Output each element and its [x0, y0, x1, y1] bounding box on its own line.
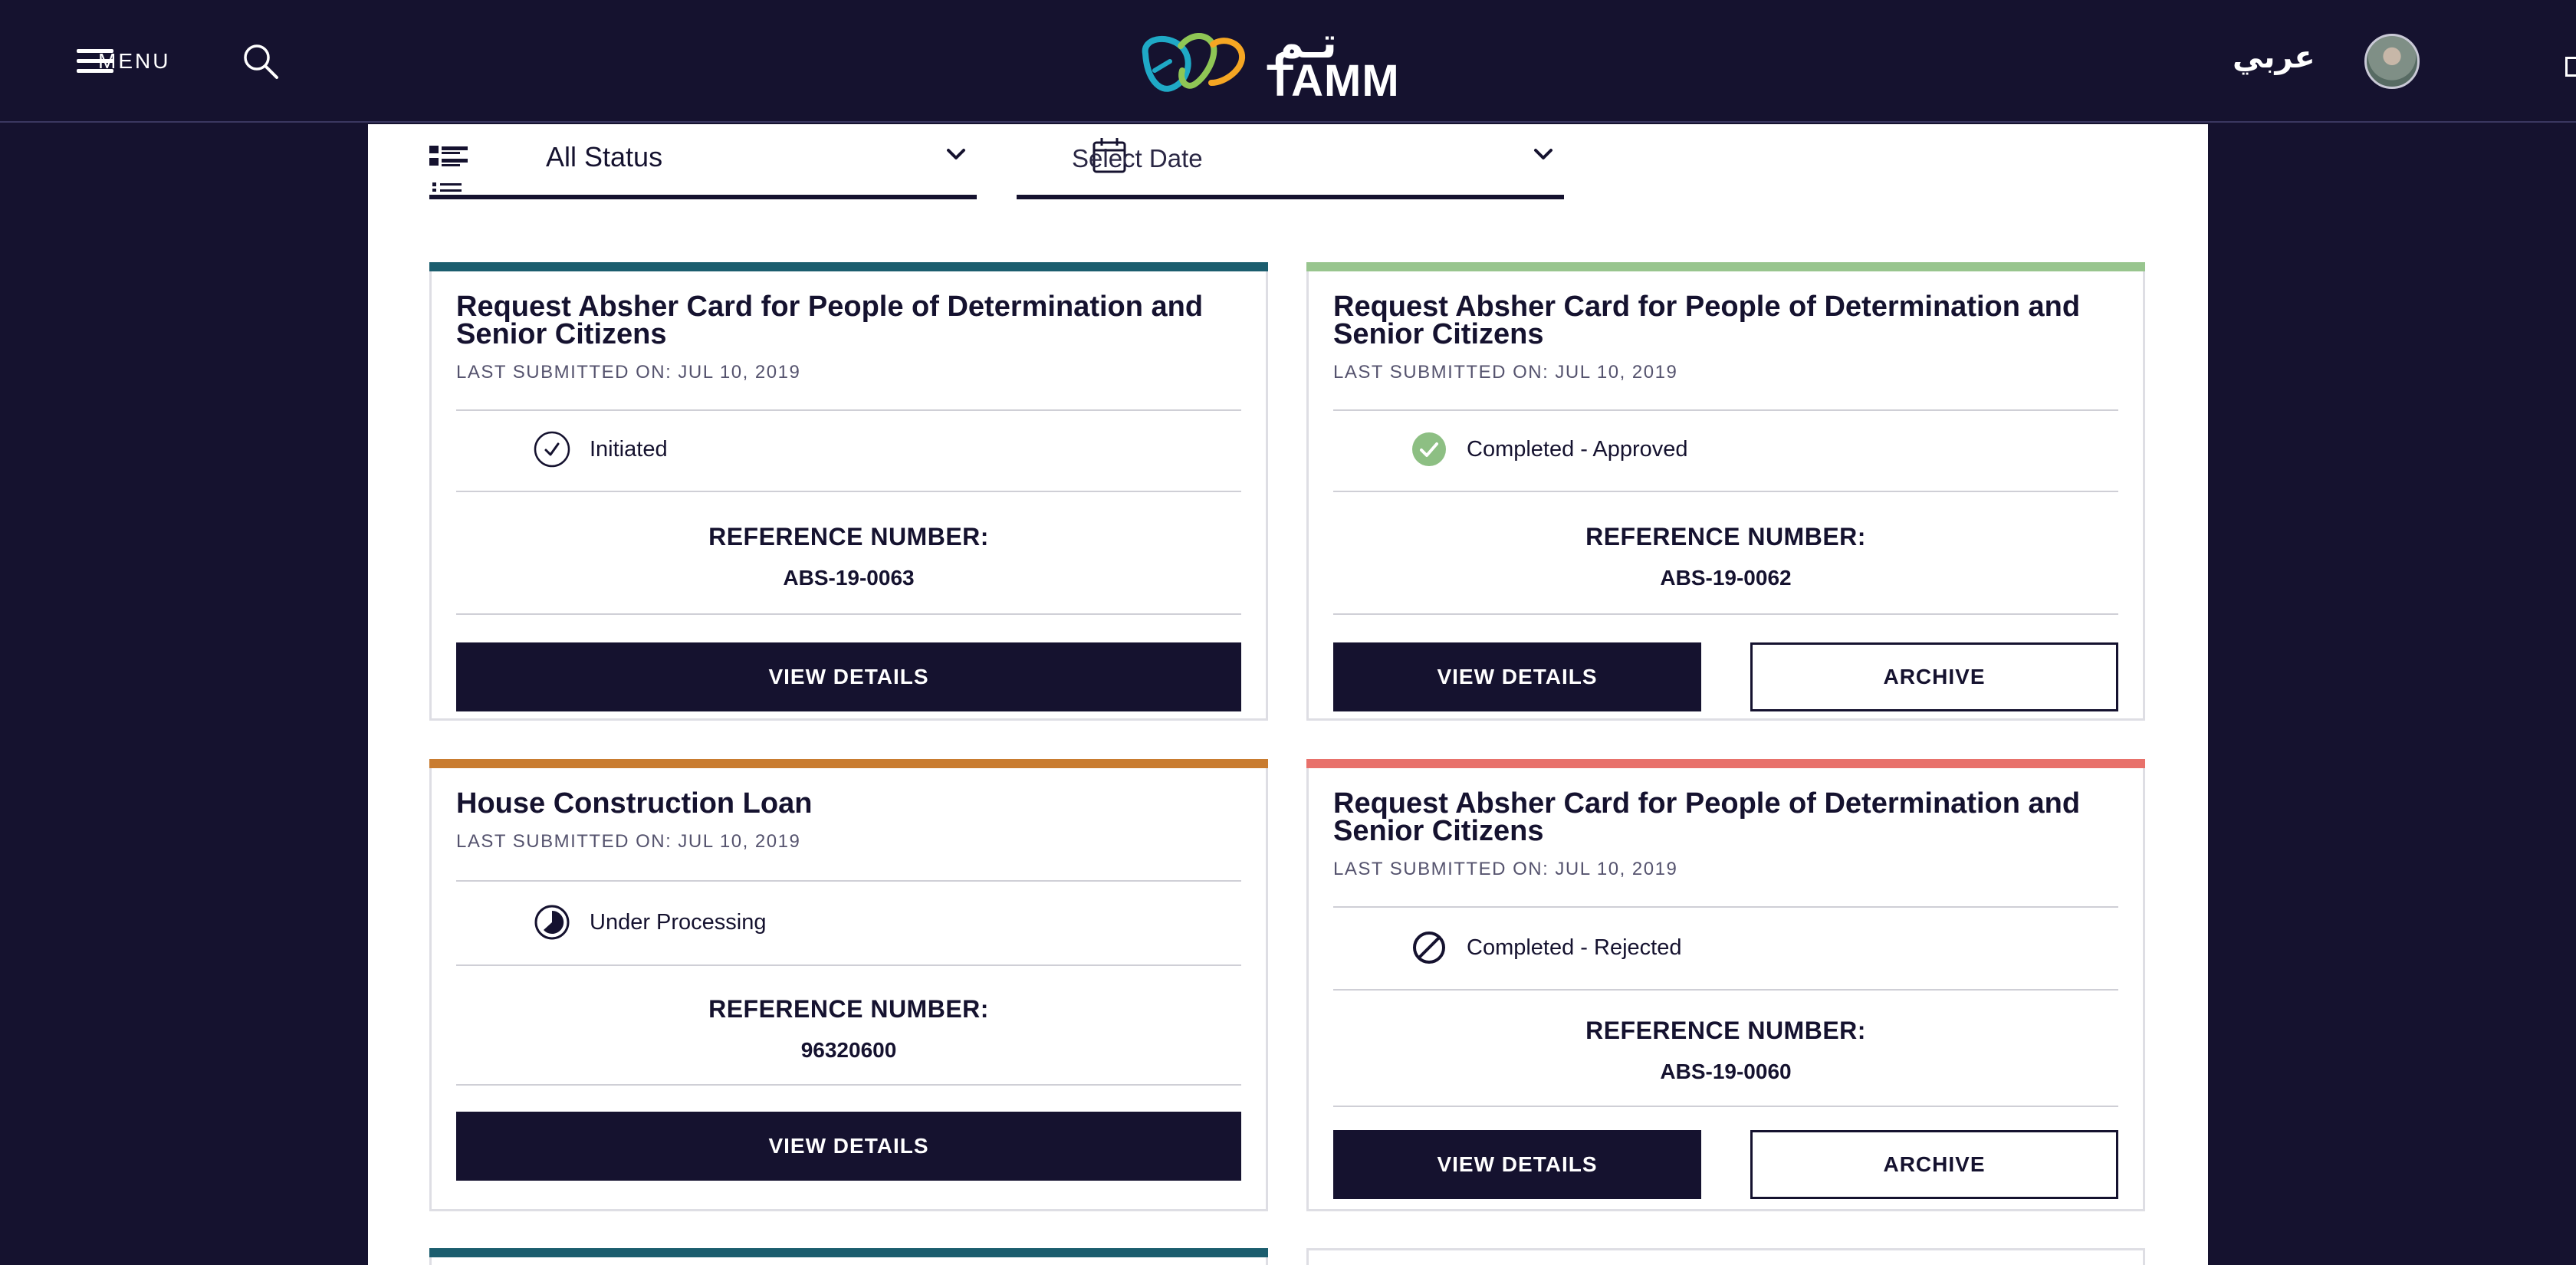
reference-number-value: ABS-19-0060 — [1660, 1060, 1792, 1083]
archive-button[interactable]: ARCHIVE — [1750, 1130, 2118, 1199]
application-card — [1306, 1248, 2145, 1265]
chevron-down-icon — [947, 149, 965, 159]
card-status-bar — [429, 1248, 1268, 1257]
card-title: Request Absher Card for People of Determ… — [1333, 787, 2081, 847]
reference-number-value: ABS-19-0063 — [783, 566, 915, 590]
reference-number-label: REFERENCE NUMBER: — [1585, 1017, 1866, 1044]
search-icon[interactable] — [242, 42, 280, 80]
check-circle-outline-icon — [534, 431, 570, 468]
application-card: Request Absher Card for People of Determ… — [429, 262, 1268, 721]
divider — [1333, 491, 2118, 492]
card-submitted-date: LAST SUBMITTED ON: JUL 10, 2019 — [456, 362, 801, 383]
divider — [1333, 1106, 2118, 1107]
card-status-text: Under Processing — [590, 909, 767, 935]
divider — [456, 1084, 1241, 1086]
card-status-row: Completed - Rejected — [1333, 908, 2118, 987]
card-status-text: Completed - Rejected — [1467, 935, 1682, 960]
tamm-logo[interactable]: تـم TAMM — [1136, 18, 1399, 106]
card-status-bar — [1306, 262, 2145, 271]
application-card: House Construction Loan LAST SUBMITTED O… — [429, 759, 1268, 1211]
reference-number-value: 96320600 — [800, 1038, 897, 1062]
application-card — [429, 1248, 1268, 1265]
card-status-bar — [1306, 759, 2145, 768]
view-details-button[interactable]: VIEW DETAILS — [456, 642, 1241, 711]
card-status-row: Initiated — [456, 411, 1241, 488]
archive-button[interactable]: ARCHIVE — [1750, 642, 2118, 711]
card-status-bar — [429, 759, 1268, 768]
card-title: House Construction Loan — [456, 787, 813, 820]
application-card: Request Absher Card for People of Determ… — [1306, 262, 2145, 721]
language-toggle[interactable]: عربي — [2233, 40, 2315, 75]
card-status-row: Completed - Approved — [1333, 411, 2118, 488]
divider — [456, 964, 1241, 966]
date-filter-dropdown[interactable]: Select Date — [1017, 124, 1564, 199]
view-details-button[interactable]: VIEW DETAILS — [1333, 642, 1701, 711]
card-submitted-date: LAST SUBMITTED ON: JUL 10, 2019 — [1333, 362, 1678, 383]
divider — [1333, 613, 2118, 615]
reference-number-label: REFERENCE NUMBER: — [708, 995, 989, 1023]
reference-number-label: REFERENCE NUMBER: — [1585, 523, 1866, 550]
applications-panel: All Status Select Date Request Absher Ca… — [368, 124, 2208, 1265]
check-circle-filled-icon — [1412, 432, 1446, 466]
menu-button[interactable]: MENU — [77, 44, 170, 78]
top-header: MENU تـم TAMM عربي — [0, 0, 2576, 123]
card-title: Request Absher Card for People of Determ… — [456, 291, 1204, 350]
reference-number-value: ABS-19-0062 — [1660, 566, 1792, 590]
tamm-logo-mark-icon — [1142, 33, 1246, 92]
status-filter-label: All Status — [546, 141, 663, 172]
view-details-button[interactable]: VIEW DETAILS — [456, 1112, 1241, 1181]
chevron-down-icon — [1534, 149, 1552, 159]
reference-number-label: REFERENCE NUMBER: — [708, 523, 989, 550]
card-status-text: Initiated — [590, 436, 668, 462]
blocked-circle-icon — [1413, 932, 1445, 964]
card-status-bar — [429, 262, 1268, 271]
panel-edge-icon — [2565, 57, 2576, 77]
list-icon — [429, 146, 468, 192]
divider — [456, 613, 1241, 615]
status-filter-dropdown[interactable]: All Status — [429, 124, 977, 199]
card-status-row: Under Processing — [456, 882, 1241, 963]
card-status-text: Completed - Approved — [1467, 436, 1688, 462]
user-avatar[interactable] — [2364, 34, 2420, 89]
logo-english-text: TAMM — [1267, 56, 1400, 106]
view-details-button[interactable]: VIEW DETAILS — [1333, 1130, 1701, 1199]
divider — [456, 491, 1241, 492]
application-card: Request Absher Card for People of Determ… — [1306, 759, 2145, 1211]
card-title: Request Absher Card for People of Determ… — [1333, 291, 2081, 350]
divider — [1333, 989, 2118, 991]
hamburger-icon — [77, 48, 113, 75]
card-submitted-date: LAST SUBMITTED ON: JUL 10, 2019 — [1333, 859, 1678, 879]
date-filter-label: Select Date — [1072, 144, 1203, 172]
progress-circle-icon — [534, 905, 570, 940]
card-submitted-date: LAST SUBMITTED ON: JUL 10, 2019 — [456, 831, 801, 852]
